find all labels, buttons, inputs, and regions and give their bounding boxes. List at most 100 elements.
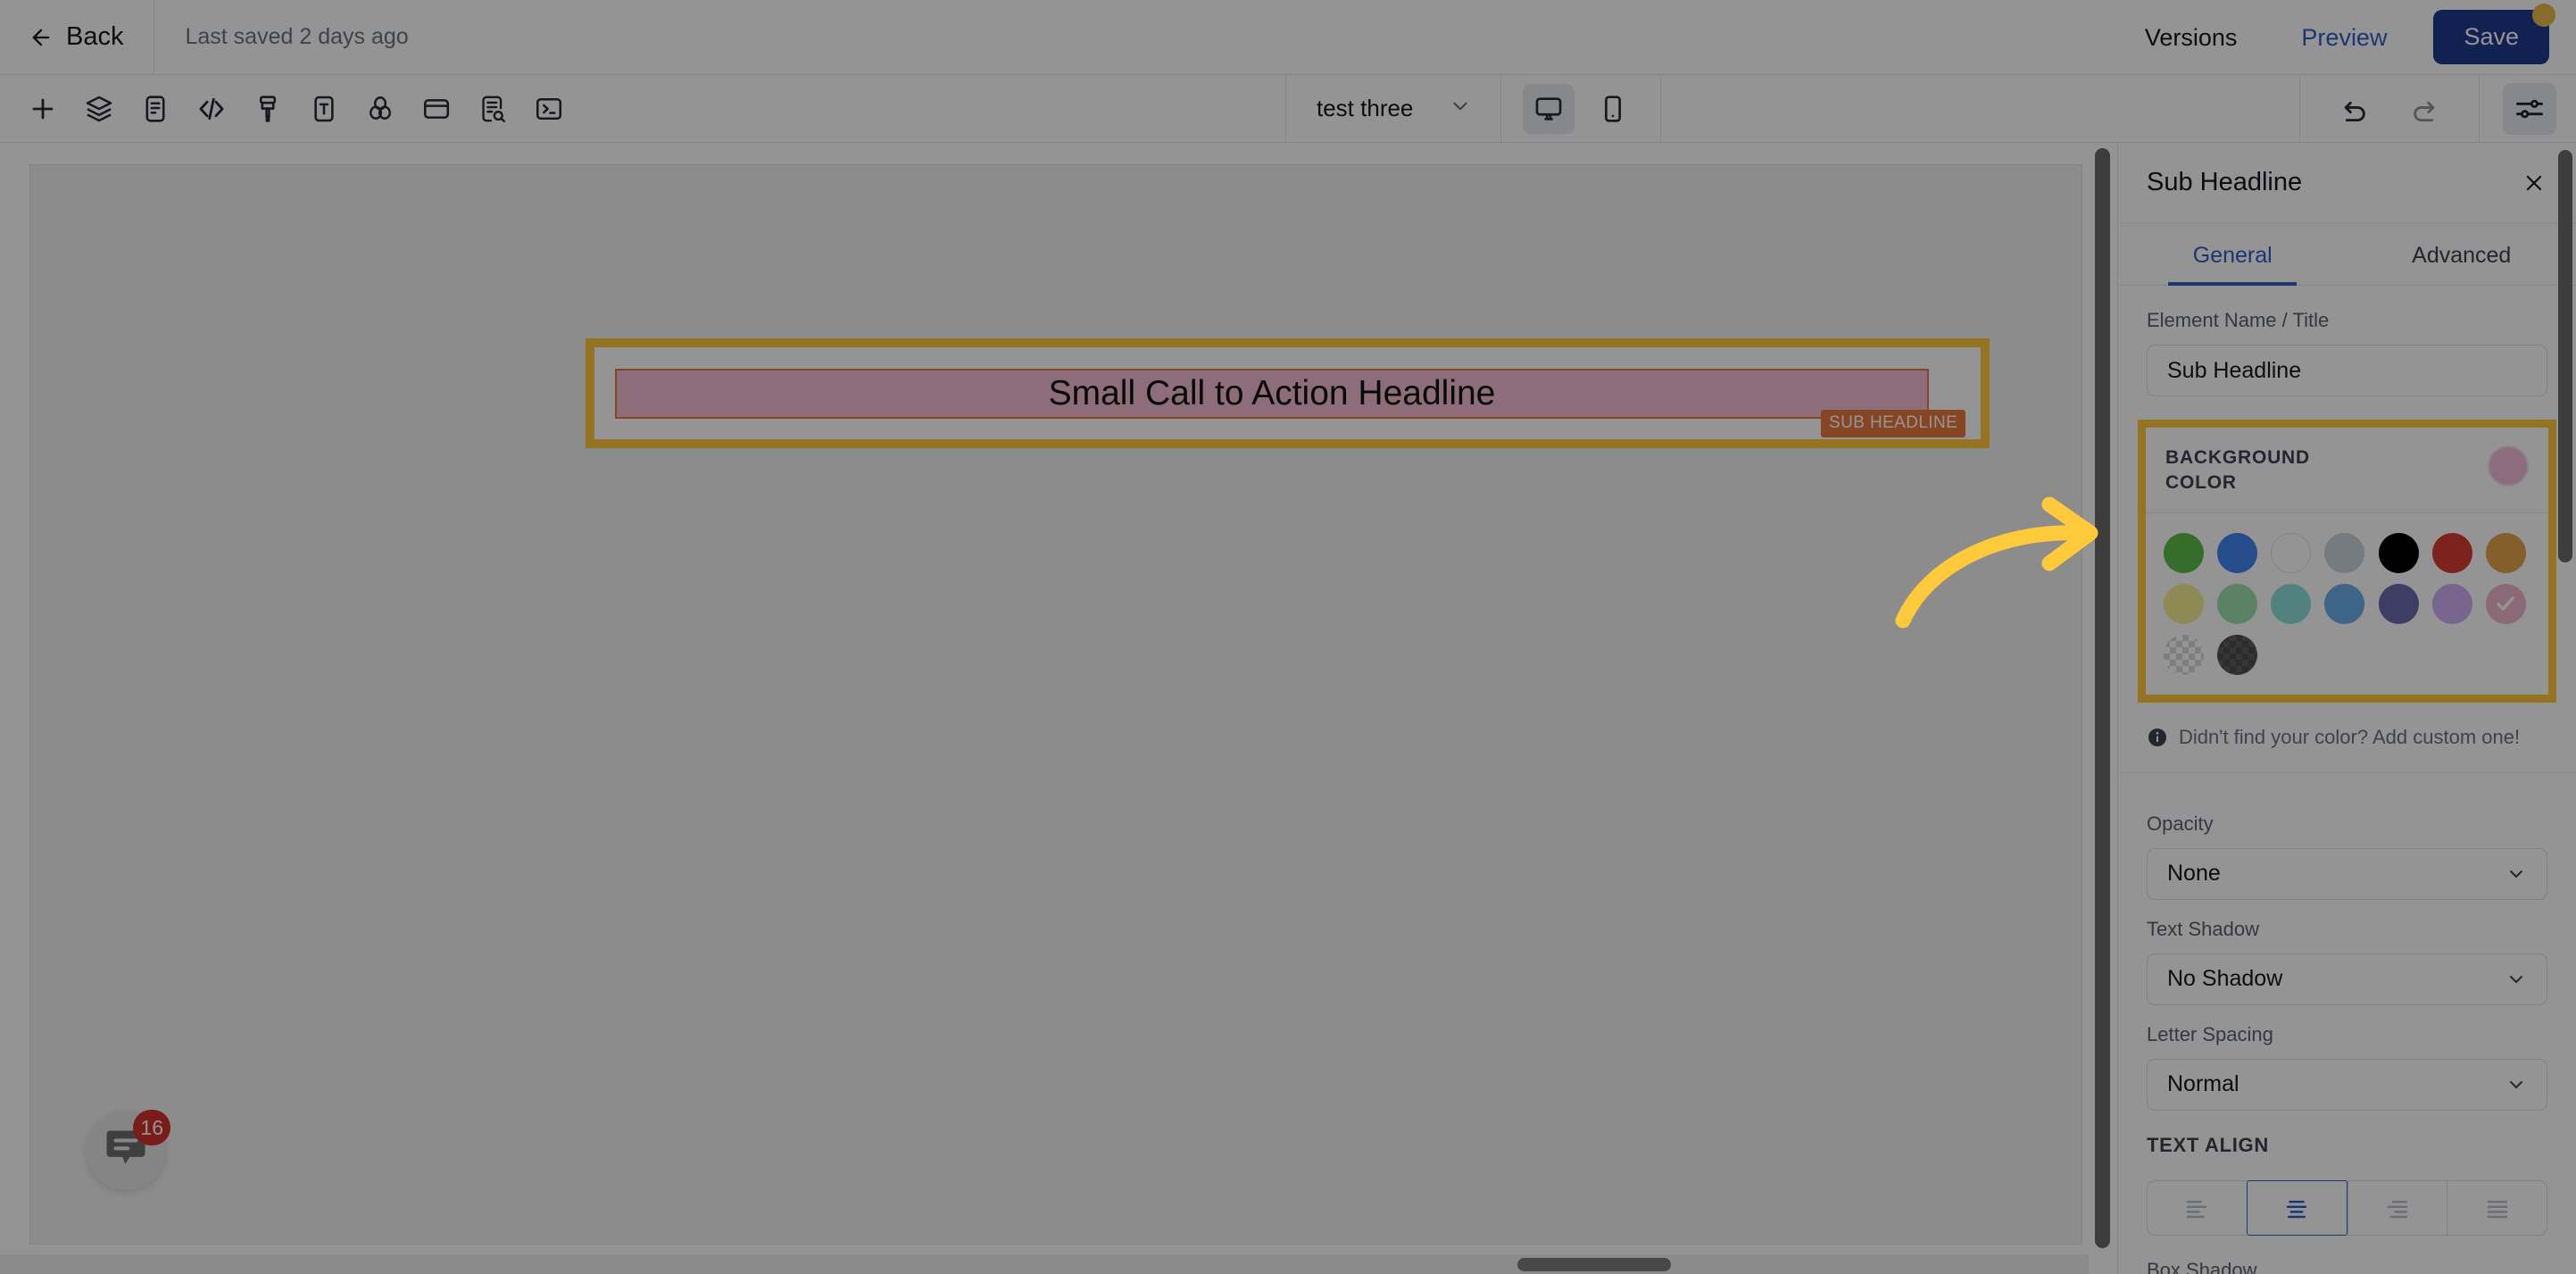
- card-button[interactable]: [413, 86, 460, 132]
- toolbar-divider-5: [2479, 74, 2480, 143]
- editor-toolbar: test three: [0, 74, 2576, 143]
- swatch-green[interactable]: [2164, 532, 2204, 573]
- align-left-icon: [2183, 1195, 2210, 1221]
- canvas-page[interactable]: Small Call to Action Headline SUB HEADLI…: [29, 164, 2082, 1245]
- chevron-down-icon: [2505, 863, 2527, 885]
- text-shadow-label: Text Shadow: [2147, 917, 2259, 940]
- background-color-title: BACKGROUND COLOR: [2165, 445, 2310, 496]
- code-button[interactable]: [188, 86, 235, 132]
- sub-headline-element[interactable]: Small Call to Action Headline: [615, 369, 1929, 419]
- swatch-pink[interactable]: [2485, 583, 2526, 624]
- terminal-button[interactable]: [526, 86, 572, 132]
- text-shadow-value: No Shadow: [2167, 966, 2283, 992]
- canvas-vertical-scrollbar-thumb[interactable]: [2095, 148, 2110, 1248]
- sub-headline-text: Small Call to Action Headline: [1048, 374, 1496, 412]
- check-icon: [2494, 592, 2517, 615]
- support-chat-button[interactable]: 16: [87, 1110, 170, 1190]
- swatch-light-gray[interactable]: [2324, 532, 2365, 573]
- text-align-label-wrap: TEXT ALIGN: [2118, 1125, 2576, 1180]
- swatch-white[interactable]: [2271, 532, 2312, 573]
- panel-vertical-scrollbar-thumb[interactable]: [2558, 150, 2572, 562]
- close-icon[interactable]: [2519, 168, 2549, 198]
- swatch-transparent-light[interactable]: [2164, 634, 2204, 675]
- color-swatch-grid: [2146, 513, 2548, 695]
- versions-button[interactable]: Versions: [2113, 0, 2270, 75]
- tab-general[interactable]: General: [2118, 223, 2347, 286]
- current-background-color-preview[interactable]: [2488, 445, 2529, 487]
- element-settings-panel: Sub Headline General Advanced Element Na…: [2117, 143, 2576, 1274]
- undo-button[interactable]: [2332, 86, 2379, 132]
- top-bar: Back Last saved 2 days ago Versions Prev…: [0, 0, 2576, 75]
- swatch-mint-green[interactable]: [2217, 583, 2258, 624]
- text-shadow-field: Text Shadow No Shadow: [2118, 909, 2576, 1014]
- background-color-section: BACKGROUND COLOR: [2146, 428, 2548, 695]
- text-align-group: [2118, 1179, 2576, 1236]
- preview-button[interactable]: Preview: [2269, 0, 2419, 75]
- swatch-sky-blue[interactable]: [2324, 583, 2365, 624]
- panel-vertical-scrollbar[interactable]: [2558, 150, 2572, 1266]
- swatch-red[interactable]: [2431, 532, 2472, 573]
- color-blend-button[interactable]: [357, 86, 403, 132]
- content-button[interactable]: [132, 86, 179, 132]
- editor-canvas[interactable]: Small Call to Action Headline SUB HEADLI…: [0, 143, 2117, 1274]
- unsaved-changes-dot: [2532, 4, 2555, 27]
- swatch-pale-yellow[interactable]: [2164, 583, 2204, 624]
- canvas-horizontal-scrollbar[interactable]: [0, 1254, 2089, 1274]
- text-shadow-select[interactable]: No Shadow: [2147, 953, 2547, 1005]
- page-selector-label: test three: [1317, 95, 1414, 121]
- letter-spacing-field: Letter Spacing Normal: [2118, 1014, 2576, 1125]
- text-align-label: TEXT ALIGN: [2147, 1133, 2269, 1156]
- toolbar-right-group: [2299, 74, 2576, 143]
- selected-element-wrapper[interactable]: Small Call to Action Headline SUB HEADLI…: [586, 338, 1990, 448]
- background-color-header: BACKGROUND COLOR: [2146, 428, 2548, 513]
- save-button-wrap: Save: [2433, 4, 2555, 64]
- chevron-down-icon: [2505, 969, 2527, 990]
- panel-body: Element Name / Title Sub Headline BACKGR…: [2118, 286, 2576, 1274]
- align-justify-button[interactable]: [2447, 1179, 2547, 1236]
- swatch-lavender[interactable]: [2431, 583, 2472, 624]
- desktop-view-button[interactable]: [1523, 83, 1575, 134]
- inspect-button[interactable]: [469, 86, 516, 132]
- element-name-field: Element Name / Title Sub Headline: [2118, 286, 2576, 420]
- device-toggle-group: [1501, 83, 1660, 134]
- box-shadow-field: Box Shadow No Shadow: [2118, 1236, 2576, 1274]
- custom-color-hint: Didn't find your color? Add custom one!: [2118, 703, 2576, 773]
- element-name-input[interactable]: Sub Headline: [2147, 345, 2547, 396]
- layers-button[interactable]: [76, 86, 122, 132]
- align-right-button[interactable]: [2347, 1179, 2447, 1236]
- opacity-label: Opacity: [2147, 812, 2214, 835]
- panel-header: Sub Headline: [2118, 143, 2576, 223]
- page-selector[interactable]: test three: [1286, 75, 1500, 143]
- brush-button[interactable]: [245, 86, 291, 132]
- toolbar-center-group: test three: [1285, 74, 1662, 143]
- redo-button[interactable]: [2400, 86, 2447, 132]
- canvas-vertical-scrollbar[interactable]: [2095, 148, 2110, 1248]
- text-button[interactable]: [301, 86, 347, 132]
- swatch-orange[interactable]: [2485, 532, 2526, 573]
- add-element-button[interactable]: [20, 86, 66, 132]
- swatch-blue[interactable]: [2217, 532, 2258, 573]
- swatch-turquoise[interactable]: [2271, 583, 2312, 624]
- letter-spacing-select[interactable]: Normal: [2147, 1058, 2547, 1111]
- tab-advanced[interactable]: Advanced: [2347, 223, 2576, 285]
- section-gap-1: [2118, 773, 2576, 789]
- last-saved-text: Last saved 2 days ago: [185, 24, 409, 49]
- swatch-indigo[interactable]: [2378, 583, 2419, 624]
- box-shadow-label: Box Shadow: [2147, 1258, 2257, 1274]
- align-center-icon: [2283, 1195, 2310, 1221]
- opacity-select[interactable]: None: [2147, 847, 2547, 900]
- app-root: Back Last saved 2 days ago Versions Prev…: [0, 0, 2576, 1274]
- opacity-value: None: [2167, 861, 2221, 887]
- panel-settings-button[interactable]: [2503, 82, 2556, 135]
- align-left-button[interactable]: [2147, 1179, 2247, 1236]
- swatch-black[interactable]: [2378, 532, 2419, 573]
- swatch-transparent-dark[interactable]: [2217, 634, 2258, 675]
- info-icon: [2147, 727, 2168, 748]
- back-button[interactable]: Back: [0, 0, 154, 75]
- align-center-button[interactable]: [2246, 1179, 2347, 1236]
- mobile-view-button[interactable]: [1587, 84, 1639, 134]
- history-group: [2300, 86, 2479, 132]
- toolbar-divider-3: [1660, 74, 1662, 143]
- canvas-horizontal-scrollbar-thumb[interactable]: [1517, 1258, 1671, 1271]
- custom-color-hint-text[interactable]: Didn't find your color? Add custom one!: [2179, 726, 2520, 749]
